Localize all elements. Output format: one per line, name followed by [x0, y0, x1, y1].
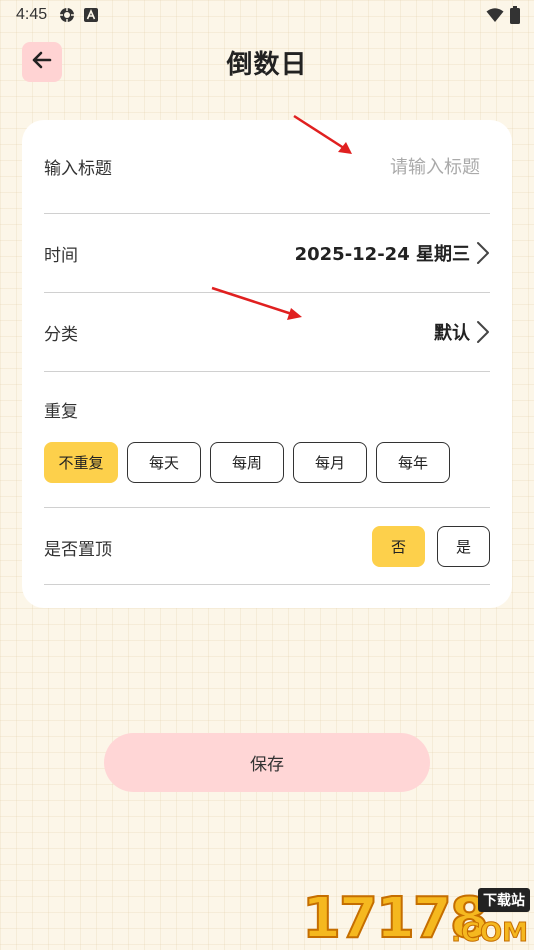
- category-label: 分类: [44, 324, 78, 345]
- chevron-right-icon: [476, 320, 490, 344]
- wifi-icon: [486, 7, 504, 27]
- settings-gear-icon: [59, 7, 75, 23]
- repeat-option-monthly[interactable]: 每月: [293, 442, 367, 483]
- repeat-option-daily[interactable]: 每天: [127, 442, 201, 483]
- time-label: 时间: [44, 245, 78, 266]
- title-row[interactable]: 输入标题 请输入标题: [44, 146, 490, 186]
- divider: [44, 584, 490, 585]
- repeat-row: 重复: [44, 394, 490, 424]
- chevron-right-icon: [476, 241, 490, 265]
- status-right-icons: [486, 6, 520, 28]
- repeat-label: 重复: [44, 401, 78, 422]
- time-row[interactable]: 时间 2025-12-24 星期三: [44, 233, 490, 273]
- divider: [44, 507, 490, 508]
- repeat-option-weekly[interactable]: 每周: [210, 442, 284, 483]
- pin-label: 是否置顶: [44, 539, 112, 560]
- watermark-logo: 17178 下载站 .COM: [301, 887, 534, 950]
- watermark-badge: 下载站: [478, 888, 530, 912]
- watermark-domain: .COM: [451, 918, 529, 949]
- time-value: 2025-12-24 星期三: [294, 244, 470, 265]
- repeat-option-none[interactable]: 不重复: [44, 442, 118, 483]
- repeat-option-yearly[interactable]: 每年: [376, 442, 450, 483]
- status-bar: 4:45: [0, 0, 534, 30]
- divider: [44, 371, 490, 372]
- pin-options: 否 是: [372, 526, 490, 567]
- title-label: 输入标题: [44, 158, 112, 179]
- repeat-options: 不重复 每天 每周 每月 每年: [44, 442, 450, 483]
- a-letter-icon: [83, 7, 99, 23]
- save-button[interactable]: 保存: [104, 733, 430, 792]
- title-input[interactable]: 请输入标题: [390, 153, 480, 179]
- red-annotation-arrow-icon: [211, 286, 302, 320]
- red-annotation-arrow-icon: [293, 114, 352, 154]
- pin-option-yes[interactable]: 是: [437, 526, 490, 567]
- pin-option-no[interactable]: 否: [372, 526, 425, 567]
- status-time: 4:45: [16, 6, 48, 23]
- page-title: 倒数日: [226, 50, 308, 80]
- form-card: 输入标题 请输入标题 时间 2025-12-24 星期三 分类 默认 重复 不重…: [22, 120, 512, 608]
- battery-icon: [510, 6, 520, 28]
- divider: [44, 213, 490, 214]
- category-value: 默认: [434, 323, 470, 344]
